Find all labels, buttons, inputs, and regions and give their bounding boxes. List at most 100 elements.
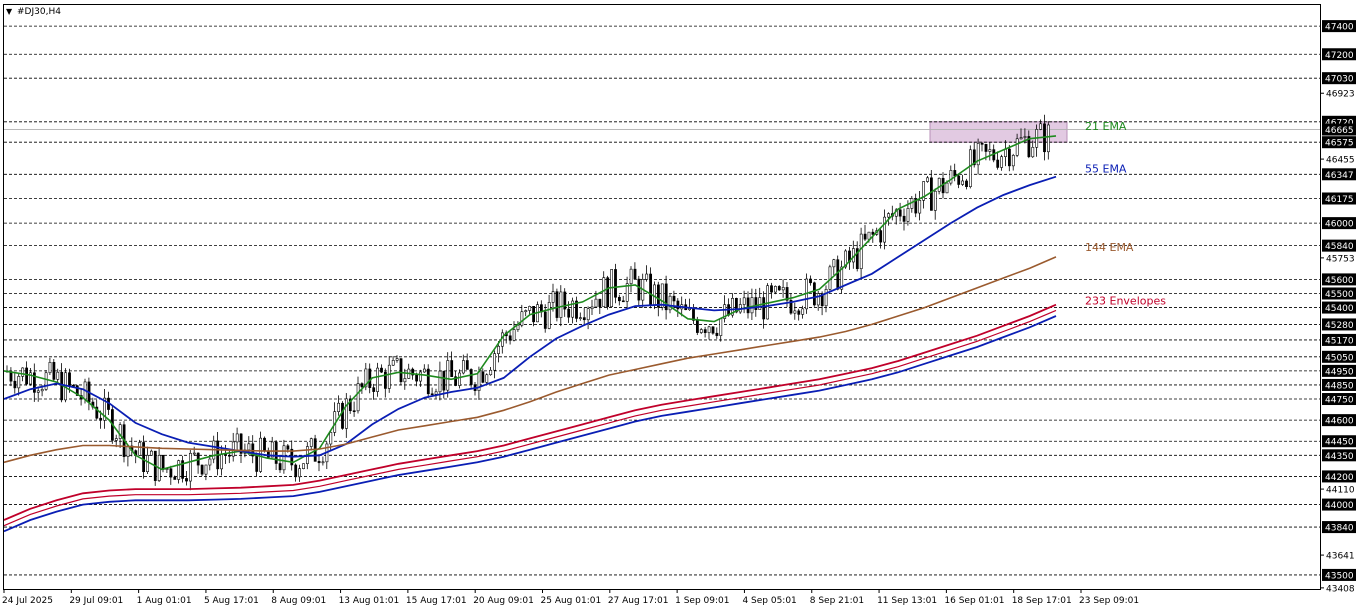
- candle-body: [715, 332, 719, 336]
- candle-body: [13, 380, 17, 389]
- axis-tick-label: 46455: [1326, 156, 1355, 166]
- symbol-arrow-icon[interactable]: ▼: [6, 7, 13, 16]
- price-label: 44750: [1325, 396, 1354, 406]
- candle-body: [968, 149, 972, 187]
- price-chart[interactable]: 4740047200470304672046665465754634746175…: [0, 0, 1362, 611]
- candle-body: [263, 437, 266, 451]
- x-tick-label: 8 Sep 21:01: [810, 596, 864, 606]
- candle-body: [138, 442, 142, 456]
- candle-body: [520, 311, 524, 326]
- candle-body: [208, 458, 212, 466]
- candle-body: [493, 353, 497, 371]
- candle-body: [961, 180, 965, 185]
- candle-body: [228, 454, 231, 457]
- candle-body: [430, 393, 434, 396]
- candle-body: [36, 390, 40, 393]
- candle-body: [809, 278, 812, 284]
- candle-body: [446, 360, 450, 391]
- candle-body: [99, 417, 103, 421]
- candle-body: [161, 455, 165, 470]
- candle-body: [1019, 137, 1023, 140]
- axis-tick-label: 45753: [1326, 254, 1355, 264]
- candle-body: [871, 231, 875, 235]
- candle-body: [442, 370, 446, 391]
- candle-body: [465, 360, 469, 370]
- candle-body: [278, 463, 282, 471]
- candle-body: [1039, 123, 1043, 130]
- candle-body: [224, 454, 227, 456]
- candle-body: [621, 300, 625, 303]
- candle-body: [1023, 136, 1027, 138]
- candle-body: [481, 371, 485, 383]
- candle-body: [192, 452, 196, 455]
- x-tick-label: 4 Sep 05:01: [742, 596, 796, 606]
- candle-body: [614, 269, 617, 298]
- candle-body: [996, 159, 1000, 168]
- price-label: 46575: [1325, 139, 1354, 149]
- candle-body: [438, 370, 442, 393]
- axis-tick-label: 43408: [1326, 584, 1355, 594]
- candle-body: [415, 374, 419, 382]
- candle-body: [602, 277, 606, 307]
- price-label: 44600: [1325, 417, 1354, 427]
- x-tick-label: 13 Aug 01:01: [339, 596, 400, 606]
- x-tick-label: 29 Jul 09:01: [69, 596, 123, 606]
- candle-body: [879, 230, 883, 243]
- candle-body: [555, 291, 559, 318]
- candle-body: [399, 358, 403, 383]
- candle-body: [633, 268, 637, 280]
- candle-body: [352, 410, 356, 413]
- candle-body: [200, 464, 204, 475]
- candle-body: [594, 298, 598, 308]
- candle-body: [742, 297, 746, 305]
- candle-body: [586, 308, 590, 321]
- candle-body: [173, 476, 177, 480]
- candle-body: [965, 180, 968, 187]
- x-tick-label: 8 Aug 09:01: [271, 596, 326, 606]
- candle-body: [376, 367, 380, 392]
- series-legend-label: 144 EMA: [1085, 241, 1134, 254]
- candle-body: [150, 450, 153, 456]
- candle-body: [1007, 148, 1011, 167]
- candle-body: [469, 369, 473, 385]
- price-label: 45600: [1325, 276, 1354, 286]
- candle-body: [528, 306, 532, 311]
- candle-body: [953, 170, 957, 177]
- candle-body: [832, 259, 836, 268]
- price-label: 44450: [1325, 438, 1354, 448]
- candle-body: [56, 371, 60, 380]
- candle-body: [434, 391, 438, 395]
- candle-body: [980, 143, 984, 145]
- candle-body: [762, 297, 766, 320]
- candle-body: [489, 369, 493, 376]
- price-label: 45500: [1325, 290, 1354, 300]
- candle-body: [40, 389, 44, 392]
- candle-body: [945, 182, 949, 194]
- x-tick-label: 24 Jul 2025: [2, 596, 53, 606]
- candle-body: [887, 213, 890, 218]
- candle-body: [707, 326, 711, 334]
- candle-body: [512, 329, 516, 341]
- candle-body: [926, 177, 929, 182]
- candle-body: [247, 443, 251, 451]
- candle-body: [317, 461, 321, 464]
- candle-body: [898, 209, 902, 217]
- x-tick-label: 27 Aug 17:01: [608, 596, 669, 606]
- candle-body: [255, 455, 259, 472]
- candle-body: [676, 300, 680, 310]
- price-label: 46347: [1325, 171, 1354, 181]
- candle-body: [824, 289, 828, 307]
- candle-body: [719, 318, 723, 336]
- price-label: 44850: [1325, 381, 1354, 391]
- candle-body: [146, 454, 149, 473]
- x-tick-label: 20 Aug 09:01: [473, 596, 534, 606]
- price-label: 44350: [1325, 452, 1354, 462]
- candle-body: [185, 478, 188, 482]
- candle-body: [859, 233, 863, 270]
- x-tick-label: 11 Sep 13:01: [877, 596, 937, 606]
- candle-body: [298, 468, 302, 478]
- candle-body: [867, 231, 871, 240]
- candle-body: [672, 295, 676, 302]
- price-label: 47200: [1325, 51, 1354, 61]
- candle-body: [984, 144, 988, 152]
